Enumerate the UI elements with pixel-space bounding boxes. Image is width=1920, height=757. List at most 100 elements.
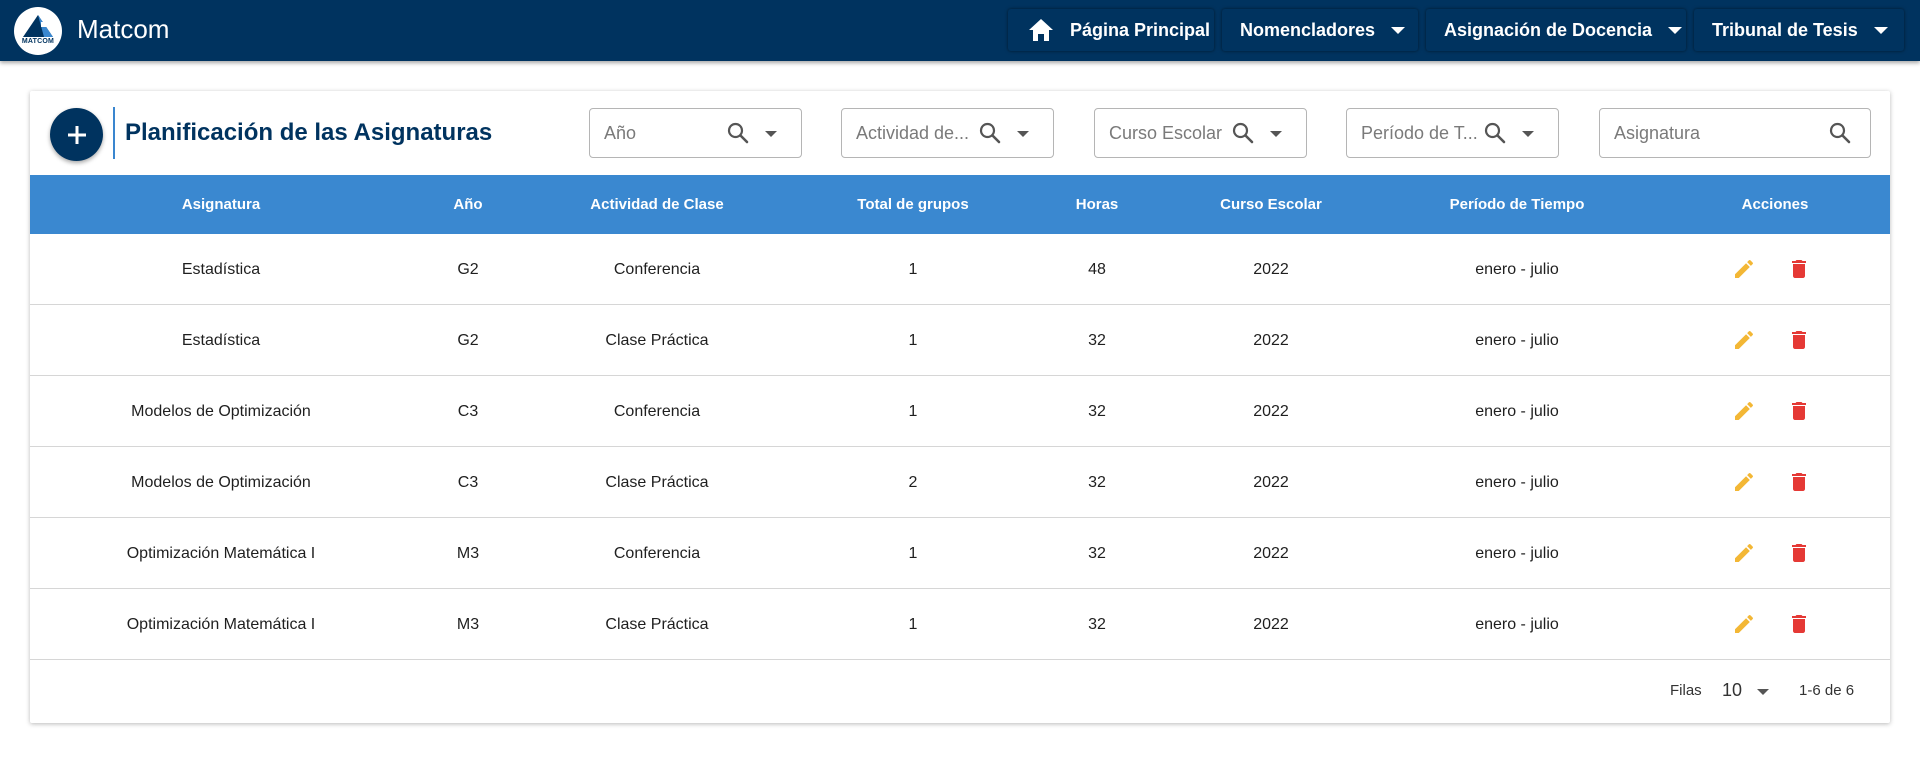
cell-horas: 32 — [1088, 332, 1106, 349]
cell-horas: 32 — [1088, 616, 1106, 633]
pencil-icon[interactable] — [1732, 541, 1756, 565]
cell-asignatura: Estadística — [181, 261, 261, 278]
filter-asignatura-placeholder: Asignatura — [1614, 123, 1701, 143]
cell-asignatura: Modelos de Optimización — [131, 403, 311, 420]
logo-mark-icon — [23, 15, 53, 37]
planning-card: Planificación de las Asignaturas Año Act… — [30, 91, 1890, 723]
search-icon[interactable] — [1231, 121, 1255, 145]
cell-total-grupos: 1 — [908, 403, 918, 420]
cell-periodo: enero - julio — [1475, 332, 1559, 349]
cell-anio: M3 — [456, 616, 480, 633]
nav-nomencladores-label: Nomencladores — [1240, 19, 1376, 40]
trash-icon[interactable] — [1787, 541, 1811, 565]
cell-anio: C3 — [457, 474, 479, 491]
search-icon[interactable] — [1828, 121, 1852, 145]
cell-horas: 32 — [1088, 474, 1106, 491]
trash-icon[interactable] — [1787, 399, 1811, 423]
cell-periodo: enero - julio — [1475, 474, 1559, 491]
search-icon[interactable] — [726, 121, 750, 145]
cell-periodo: enero - julio — [1475, 261, 1559, 278]
cell-actividad: Clase Práctica — [605, 474, 709, 491]
nav-tribunal-label: Tribunal de Tesis — [1712, 19, 1858, 40]
nav-home-button[interactable]: Página Principal — [1008, 9, 1214, 51]
cell-total-grupos: 1 — [908, 616, 918, 633]
filter-actividad-select[interactable]: Actividad de... — [841, 108, 1054, 158]
cell-actividad: Conferencia — [613, 261, 701, 278]
filter-periodo-select[interactable]: Período de T... — [1346, 108, 1559, 158]
trash-icon[interactable] — [1787, 470, 1811, 494]
cell-curso: 2022 — [1253, 545, 1289, 562]
cell-total-grupos: 2 — [908, 474, 918, 491]
pencil-icon[interactable] — [1732, 470, 1756, 494]
chevron-down-icon[interactable] — [1522, 131, 1534, 137]
cell-total-grupos: 1 — [908, 261, 918, 278]
trash-icon[interactable] — [1787, 328, 1811, 352]
table-row: Estadística G2 Conferencia 1 48 2022 ene… — [30, 234, 1890, 305]
cell-curso: 2022 — [1253, 403, 1289, 420]
nav-home-label: Página Principal — [1070, 19, 1211, 40]
filter-anio-placeholder: Año — [604, 123, 637, 143]
nav-nomencladores-dropdown[interactable]: Nomencladores — [1222, 9, 1418, 51]
rows-per-page-select[interactable]: 10 — [1722, 680, 1742, 701]
filter-curso-select[interactable]: Curso Escolar — [1094, 108, 1307, 158]
column-header-anio[interactable]: Año — [412, 175, 524, 234]
cell-actividad: Clase Práctica — [605, 616, 709, 633]
cell-horas: 32 — [1088, 545, 1106, 562]
cell-anio: C3 — [457, 403, 479, 420]
cell-curso: 2022 — [1253, 474, 1289, 491]
chevron-down-icon[interactable] — [1270, 131, 1282, 137]
cell-periodo: enero - julio — [1475, 616, 1559, 633]
cell-total-grupos: 1 — [908, 332, 918, 349]
chevron-down-icon[interactable] — [765, 131, 777, 137]
chevron-down-icon — [1873, 26, 1888, 34]
rows-per-page-label: Filas — [1670, 682, 1702, 699]
add-planning-button[interactable] — [50, 108, 103, 161]
logo-text: MATCOM — [21, 38, 55, 45]
search-icon[interactable] — [1483, 121, 1507, 145]
chevron-down-icon — [1668, 26, 1683, 34]
table-row: Optimización Matemática I M3 Conferencia… — [30, 518, 1890, 589]
cell-asignatura: Optimización Matemática I — [126, 616, 316, 633]
app-title: Matcom — [77, 14, 170, 44]
cell-horas: 32 — [1088, 403, 1106, 420]
cell-actividad: Conferencia — [613, 545, 701, 562]
pencil-icon[interactable] — [1732, 612, 1756, 636]
pencil-icon[interactable] — [1732, 257, 1756, 281]
cell-anio: G2 — [457, 261, 479, 278]
trash-icon[interactable] — [1787, 612, 1811, 636]
column-header-acciones: Acciones — [1741, 196, 1809, 213]
home-icon — [1029, 19, 1053, 41]
cell-anio: G2 — [457, 332, 479, 349]
page-title: Planificación de las Asignaturas — [125, 119, 493, 146]
chevron-down-icon[interactable] — [1017, 131, 1029, 137]
column-header-total-grupos[interactable]: Total de grupos — [790, 175, 1036, 234]
trash-icon[interactable] — [1787, 257, 1811, 281]
table-header: Asignatura Año Actividad de Clase Total … — [30, 175, 1890, 234]
cell-actividad: Clase Práctica — [605, 332, 709, 349]
cell-curso: 2022 — [1253, 332, 1289, 349]
nav-asignacion-dropdown[interactable]: Asignación de Docencia — [1426, 9, 1686, 51]
table-row: Modelos de Optimización C3 Conferencia 1… — [30, 376, 1890, 447]
column-header-periodo[interactable]: Período de Tiempo — [1384, 175, 1650, 234]
column-header-asignatura[interactable]: Asignatura — [30, 175, 412, 234]
cell-periodo: enero - julio — [1475, 403, 1559, 420]
nav-tribunal-dropdown[interactable]: Tribunal de Tesis — [1694, 9, 1904, 51]
top-app-bar: MATCOM Matcom Página Principal Nomenclad… — [0, 0, 1920, 61]
column-header-horas[interactable]: Horas — [1036, 175, 1158, 234]
filter-anio-select[interactable]: Año — [589, 108, 802, 158]
cell-horas: 48 — [1088, 261, 1106, 278]
table-row: Estadística G2 Clase Práctica 1 32 2022 … — [30, 305, 1890, 376]
column-header-actividad[interactable]: Actividad de Clase — [524, 175, 790, 234]
pencil-icon[interactable] — [1732, 399, 1756, 423]
matcom-logo[interactable]: MATCOM — [14, 7, 62, 55]
search-icon[interactable] — [978, 121, 1002, 145]
filter-asignatura-input[interactable]: Asignatura — [1599, 108, 1871, 158]
pagination-range: 1-6 de 6 — [1799, 682, 1855, 699]
filter-actividad-placeholder: Actividad de... — [856, 123, 970, 143]
column-header-curso[interactable]: Curso Escolar — [1158, 175, 1384, 234]
chevron-down-icon[interactable] — [1757, 689, 1769, 695]
cell-curso: 2022 — [1253, 616, 1289, 633]
table-row: Optimización Matemática I M3 Clase Práct… — [30, 589, 1890, 660]
filter-curso-placeholder: Curso Escolar — [1109, 123, 1223, 143]
pencil-icon[interactable] — [1732, 328, 1756, 352]
